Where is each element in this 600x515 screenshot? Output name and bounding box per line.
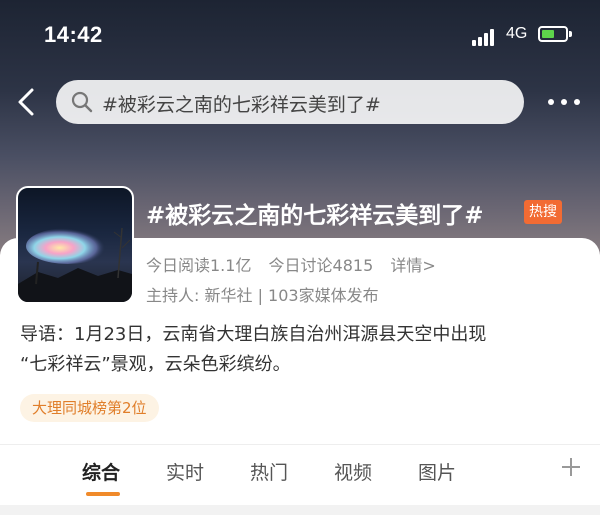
status-time: 14:42 <box>44 22 103 47</box>
intro-line: 导语：1月23日，云南省大理白族自治州洱源县天空中出现 <box>20 324 487 345</box>
hot-badge: 热搜 <box>524 200 562 224</box>
back-arrow-icon <box>18 88 34 116</box>
network-type: 4G <box>506 25 528 42</box>
details-link[interactable]: 详情> <box>390 256 435 275</box>
topic-title: #被彩云之南的七彩祥云美到了# <box>146 203 484 229</box>
topic-stats: 今日阅读1.1亿 今日讨论4815 详情> <box>146 252 448 276</box>
status-bar: 14:42 4G <box>0 0 600 70</box>
discussions-count: 今日讨论4815 <box>268 256 374 275</box>
plus-icon <box>562 458 580 476</box>
active-tab-indicator <box>86 492 120 496</box>
bottom-separator <box>0 505 600 515</box>
add-tab-button[interactable] <box>560 456 582 478</box>
rank-tag[interactable]: 大理同城榜第2位 <box>20 394 159 422</box>
intro-line: “七彩祥云”景观，云朵色彩缤纷。 <box>20 354 291 375</box>
topic-intro: 导语：1月23日，云南省大理白族自治州洱源县天空中出现 “七彩祥云”景观，云朵色… <box>20 320 580 380</box>
tab-realtime[interactable]: 实时 <box>166 458 204 485</box>
signal-icon <box>472 28 500 46</box>
divider <box>0 444 600 445</box>
battery-cap <box>569 31 572 37</box>
tab-video[interactable]: 视频 <box>334 458 372 485</box>
battery-icon <box>538 26 568 42</box>
tab-bar: 综合 实时 热门 视频 图片 <box>0 446 600 506</box>
search-bar[interactable]: #被彩云之南的七彩祥云美到了# <box>56 80 524 124</box>
reads-count: 今日阅读1.1亿 <box>146 256 252 275</box>
topic-thumbnail[interactable] <box>16 186 134 304</box>
back-button[interactable] <box>14 84 42 120</box>
search-icon <box>71 91 93 113</box>
search-query[interactable]: #被彩云之南的七彩祥云美到了# <box>102 90 381 117</box>
host-line[interactable]: 主持人: 新华社 | 103家媒体发布 <box>146 282 379 306</box>
tab-images[interactable]: 图片 <box>418 458 456 485</box>
rainbow-cloud-image <box>18 227 132 302</box>
tab-hot[interactable]: 热门 <box>250 458 288 485</box>
more-dots-icon <box>548 99 554 105</box>
more-button[interactable] <box>544 92 584 112</box>
tab-comprehensive[interactable]: 综合 <box>82 458 120 485</box>
